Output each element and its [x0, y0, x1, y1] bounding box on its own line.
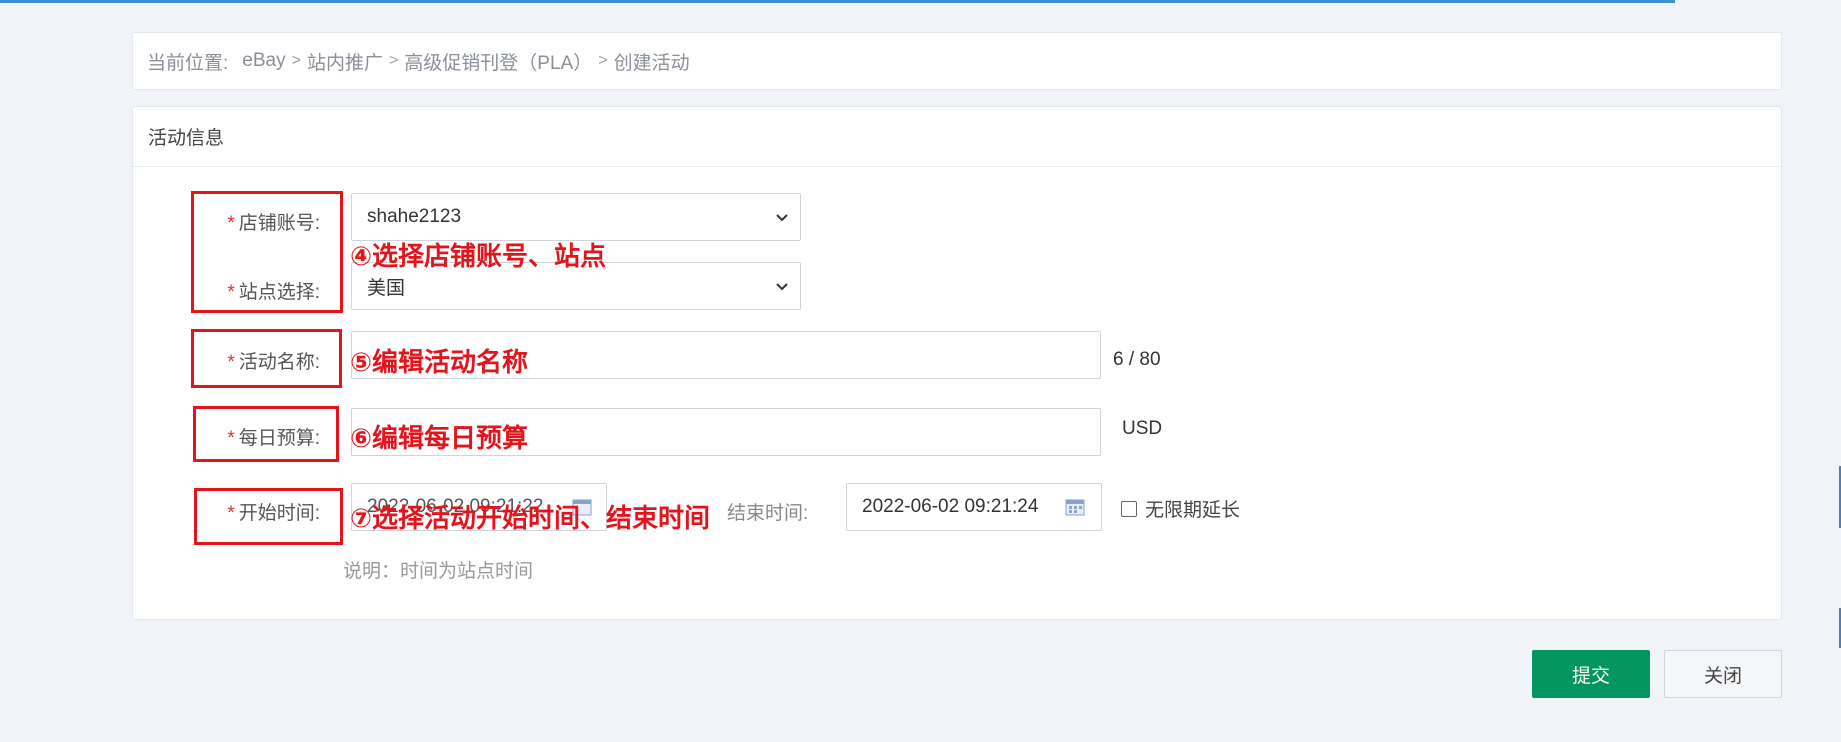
breadcrumb-item-pla[interactable]: 高级促销刊登（PLA）	[404, 48, 592, 75]
chevron-down-icon	[776, 214, 788, 222]
annotation-box-name	[191, 329, 342, 388]
annotation-box-shop-site	[191, 191, 343, 313]
page-load-progress	[0, 0, 1841, 3]
chevron-right-icon: >	[598, 52, 608, 69]
name-char-count: 6 / 80	[1113, 349, 1161, 370]
breadcrumb-item-promotion[interactable]: 站内推广	[307, 48, 383, 75]
chevron-right-icon: >	[388, 52, 399, 69]
breadcrumb: 当前位置: eBay > 站内推广 > 高级促销刊登（PLA） > 创建活动	[132, 32, 1782, 90]
annotation-box-time	[194, 488, 343, 545]
time-note: 说明：时间为站点时间	[343, 561, 534, 582]
breadcrumb-item-create: 创建活动	[613, 52, 690, 74]
site-select-value: 美国	[367, 277, 406, 299]
breadcrumb-item-ebay[interactable]: eBay	[242, 50, 285, 72]
chevron-right-icon: >	[291, 52, 301, 69]
annotation-step-5: ⑤编辑活动名称	[350, 348, 529, 378]
end-time-label: 结束时间:	[727, 503, 809, 524]
budget-unit: USD	[1122, 418, 1163, 439]
calendar-icon	[1065, 499, 1085, 516]
progress-fill	[0, 0, 1676, 3]
annotation-step-7: ⑦选择活动开始时间、结束时间	[350, 504, 711, 534]
end-time-value: 2022-06-02 09:21:24	[862, 496, 1039, 517]
shop-select-value: shahe2123	[367, 206, 462, 227]
unlimited-extend-label: 无限期延长	[1145, 500, 1241, 521]
annotation-box-budget	[193, 406, 339, 462]
close-button[interactable]: 关闭	[1664, 650, 1782, 698]
annotation-step-6: ⑥编辑每日预算	[350, 424, 529, 454]
panel-title: 活动信息	[133, 107, 1781, 167]
unlimited-extend-checkbox[interactable]	[1121, 500, 1137, 517]
breadcrumb-prefix: 当前位置:	[147, 52, 229, 74]
annotation-step-4: ④选择店铺账号、站点	[350, 242, 607, 272]
submit-button[interactable]: 提交	[1532, 650, 1650, 698]
chevron-down-icon	[776, 283, 788, 291]
shop-select[interactable]: shahe2123	[351, 193, 801, 241]
unlimited-extend-option[interactable]: 无限期延长	[1121, 495, 1240, 522]
end-time-picker[interactable]: 2022-06-02 09:21:24	[846, 483, 1102, 531]
